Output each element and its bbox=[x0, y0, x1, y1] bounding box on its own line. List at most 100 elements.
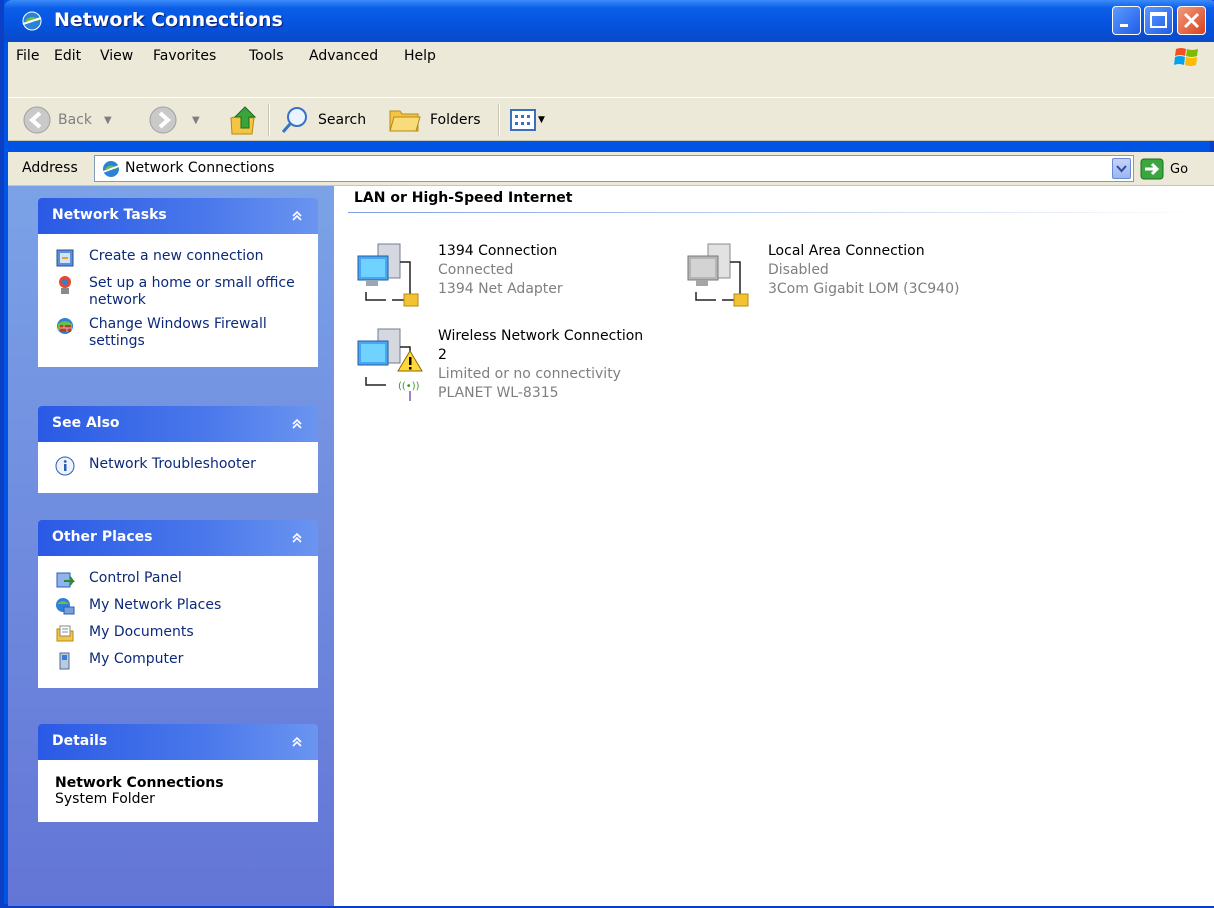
connection-item[interactable]: Local Area Connection Disabled 3Com Giga… bbox=[686, 242, 986, 317]
network-places-icon bbox=[56, 598, 75, 615]
minimize-icon bbox=[1120, 24, 1128, 27]
collapse-chevron-icon[interactable] bbox=[288, 415, 306, 433]
views-button[interactable]: ▼ bbox=[510, 98, 545, 142]
back-button[interactable]: Back ▼ bbox=[22, 98, 112, 142]
menu-help[interactable]: Help bbox=[404, 42, 436, 68]
connections-view: LAN or High-Speed Internet 1394 Connecti… bbox=[334, 186, 1214, 906]
see-also-panel: See Also Network Troubleshooter bbox=[38, 406, 318, 493]
place-my-network-places[interactable]: My Network Places bbox=[39, 594, 317, 621]
connection-status: Connected bbox=[438, 262, 514, 278]
up-button[interactable] bbox=[228, 98, 258, 142]
collapse-chevron-icon[interactable] bbox=[288, 529, 306, 547]
explorer-window: Network Connections File Edit View Favor… bbox=[0, 0, 1214, 908]
network-connections-icon bbox=[102, 161, 120, 177]
connection-device: 1394 Net Adapter bbox=[438, 281, 563, 297]
maximize-icon bbox=[1150, 12, 1167, 28]
connection-text: 1394 Connection Connected 1394 Net Adapt… bbox=[438, 242, 563, 299]
other-places-header[interactable]: Other Places bbox=[38, 520, 318, 556]
see-also-header[interactable]: See Also bbox=[38, 406, 318, 442]
network-connection-icon bbox=[357, 243, 419, 307]
details-name: Network Connections bbox=[55, 775, 224, 791]
task-create-connection[interactable]: Create a new connection bbox=[39, 245, 317, 272]
forward-arrow-icon bbox=[149, 106, 177, 134]
windows-logo-icon bbox=[1174, 48, 1198, 66]
toolbar-separator bbox=[498, 104, 500, 136]
search-icon bbox=[281, 107, 307, 133]
menu-advanced[interactable]: Advanced bbox=[309, 42, 378, 68]
place-my-computer[interactable]: My Computer bbox=[39, 648, 317, 675]
task-pane: Network Tasks Create a new connection Se… bbox=[8, 186, 334, 906]
connection-item[interactable]: ((•)) Wireless Network Connection 2 Limi… bbox=[356, 327, 656, 402]
forward-button[interactable]: ▼ bbox=[148, 98, 200, 142]
connection-name: Wireless Network Connection 2 bbox=[438, 328, 644, 363]
menu-tools[interactable]: Tools bbox=[249, 42, 284, 68]
menu-view[interactable]: View bbox=[100, 42, 133, 68]
see-also-body: Network Troubleshooter bbox=[38, 442, 318, 493]
connection-status: Disabled bbox=[768, 262, 829, 278]
views-grid-icon bbox=[510, 109, 536, 131]
documents-icon bbox=[56, 625, 74, 642]
network-tasks-header[interactable]: Network Tasks bbox=[38, 198, 318, 234]
new-connection-icon bbox=[56, 249, 74, 267]
views-dropdown-icon[interactable]: ▼ bbox=[538, 115, 545, 125]
task-firewall[interactable]: Change Windows Firewall settings bbox=[39, 313, 317, 354]
other-places-body: Control Panel My Network Places My Docum… bbox=[38, 556, 318, 688]
title-bar[interactable]: Network Connections bbox=[4, 0, 1214, 42]
minimize-button[interactable] bbox=[1112, 6, 1141, 35]
computer-icon bbox=[59, 652, 70, 670]
network-tasks-panel: Network Tasks Create a new connection Se… bbox=[38, 198, 318, 367]
connection-text: Local Area Connection Disabled 3Com Giga… bbox=[768, 242, 959, 299]
window-title: Network Connections bbox=[54, 9, 283, 31]
back-dropdown-icon[interactable]: ▼ bbox=[104, 115, 112, 126]
details-body: Network Connections System Folder bbox=[38, 760, 318, 822]
task-home-network[interactable]: Set up a home or small office network bbox=[39, 272, 317, 313]
collapse-chevron-icon[interactable] bbox=[288, 207, 306, 225]
group-divider bbox=[348, 212, 1208, 213]
forward-dropdown-icon[interactable]: ▼ bbox=[192, 115, 200, 126]
control-panel-icon bbox=[56, 572, 75, 588]
connection-item[interactable]: 1394 Connection Connected 1394 Net Adapt… bbox=[356, 242, 656, 317]
svg-text:((•)): ((•)) bbox=[398, 381, 420, 392]
details-panel: Details Network Connections System Folde… bbox=[38, 724, 318, 822]
details-header[interactable]: Details bbox=[38, 724, 318, 760]
up-folder-icon bbox=[230, 106, 257, 135]
address-value: Network Connections bbox=[125, 160, 275, 176]
back-arrow-icon bbox=[23, 106, 51, 134]
collapse-chevron-icon[interactable] bbox=[288, 733, 306, 751]
close-icon bbox=[1183, 12, 1200, 29]
place-my-documents[interactable]: My Documents bbox=[39, 621, 317, 648]
connection-device: PLANET WL-8315 bbox=[438, 385, 559, 401]
wireless-connection-warning-icon: ((•)) bbox=[357, 328, 423, 401]
address-label: Address bbox=[22, 160, 78, 176]
go-arrow-icon bbox=[1140, 158, 1164, 180]
menu-bar: File Edit View Favorites Tools Advanced … bbox=[8, 42, 1214, 97]
connection-status: Limited or no connectivity bbox=[438, 366, 621, 382]
connection-name: 1394 Connection bbox=[438, 243, 558, 259]
details-type: System Folder bbox=[55, 791, 155, 807]
go-button[interactable]: Go bbox=[1140, 156, 1210, 182]
other-places-panel: Other Places Control Panel My Network Pl… bbox=[38, 520, 318, 688]
menu-favorites[interactable]: Favorites bbox=[153, 42, 216, 68]
chevron-down-icon bbox=[1116, 165, 1127, 173]
network-connection-disabled-icon bbox=[687, 243, 749, 307]
close-button[interactable] bbox=[1177, 6, 1206, 35]
address-bar: Address Network Connections Go bbox=[8, 152, 1214, 186]
address-input[interactable]: Network Connections bbox=[94, 155, 1134, 182]
maximize-button[interactable] bbox=[1144, 6, 1173, 35]
menu-edit[interactable]: Edit bbox=[54, 42, 81, 68]
menu-file[interactable]: File bbox=[16, 42, 39, 68]
task-troubleshooter[interactable]: Network Troubleshooter bbox=[39, 453, 317, 480]
folders-button[interactable]: Folders bbox=[388, 98, 481, 142]
connection-text: Wireless Network Connection 2 Limited or… bbox=[438, 327, 656, 403]
home-network-icon bbox=[59, 276, 71, 294]
standard-toolbar: Back ▼ ▼ Search Folders ▼ bbox=[8, 97, 1214, 141]
group-header: LAN or High-Speed Internet bbox=[354, 190, 573, 206]
place-control-panel[interactable]: Control Panel bbox=[39, 567, 317, 594]
search-button[interactable]: Search bbox=[280, 98, 366, 142]
network-connections-icon bbox=[22, 11, 42, 31]
toolbar-separator bbox=[268, 104, 270, 136]
connection-name: Local Area Connection bbox=[768, 243, 925, 259]
connection-device: 3Com Gigabit LOM (3C940) bbox=[768, 281, 960, 297]
network-tasks-body: Create a new connection Set up a home or… bbox=[38, 234, 318, 367]
address-dropdown-button[interactable] bbox=[1112, 158, 1131, 179]
